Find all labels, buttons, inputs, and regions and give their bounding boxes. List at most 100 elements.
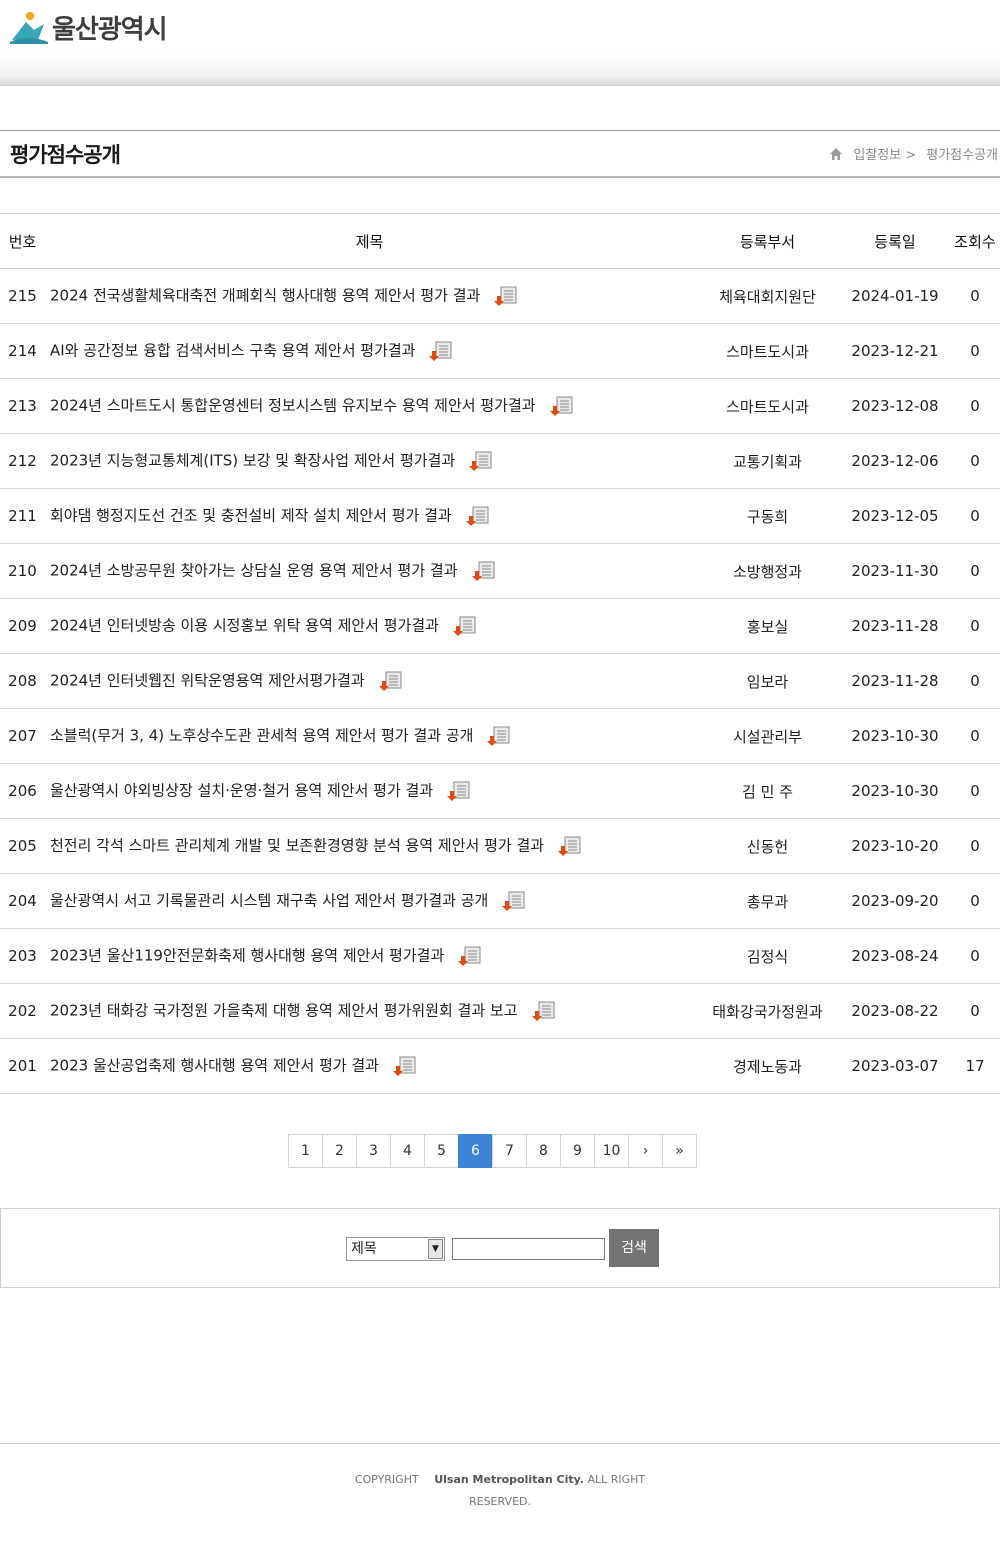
- pagination: 1 2 3 4 5 6 7 8 9 10 ›»: [288, 1134, 697, 1168]
- attachment-download-icon[interactable]: [502, 889, 526, 913]
- attachment-download-icon[interactable]: [549, 394, 574, 418]
- column-header-department: 등록부서: [695, 213, 840, 269]
- row-number: 204: [0, 873, 45, 929]
- row-title-link[interactable]: 2024년 소방공무원 찾아가는 상담실 운영 용역 제안서 평가 결과: [50, 562, 458, 580]
- row-views: 0: [950, 873, 1000, 929]
- row-title-cell: AI와 공간정보 융합 검색서비스 구축 용역 제안서 평가결과: [45, 323, 695, 379]
- page-link-5[interactable]: 5: [424, 1134, 459, 1168]
- row-date: 2023-11-30: [840, 543, 950, 599]
- row-title-link[interactable]: 2023년 울산119안전문화축제 행사대행 용역 제안서 평가결과: [50, 947, 444, 965]
- attachment-download-icon[interactable]: [465, 504, 490, 528]
- attachment-download-icon[interactable]: [469, 449, 493, 473]
- row-views: 0: [950, 323, 1000, 379]
- row-number: 206: [0, 763, 45, 819]
- row-title-link[interactable]: 2024년 스마트도시 통합운영센터 정보시스템 유지보수 용역 제안서 평가결…: [50, 397, 536, 415]
- page-link-4[interactable]: 4: [390, 1134, 425, 1168]
- page-link-10[interactable]: 10: [594, 1134, 629, 1168]
- search-field-select[interactable]: 제목 ▼: [346, 1237, 445, 1261]
- row-title-link[interactable]: 천전리 각석 스마트 관리체계 개발 및 보존환경영향 분석 용역 제안서 평가…: [50, 837, 544, 855]
- attachment-download-icon[interactable]: [471, 559, 496, 583]
- attachment-download-icon[interactable]: [558, 834, 582, 858]
- row-number: 207: [0, 708, 45, 764]
- page-link-7[interactable]: 7: [492, 1134, 527, 1168]
- row-title-link[interactable]: 2023 울산공업축제 행사대행 용역 제안서 평가 결과: [50, 1057, 379, 1075]
- home-icon[interactable]: [829, 147, 843, 161]
- site-header: 울산광역시: [0, 0, 1000, 86]
- row-title-cell: 2024년 스마트도시 통합운영센터 정보시스템 유지보수 용역 제안서 평가결…: [45, 378, 695, 434]
- row-title-link[interactable]: 2023년 지능형교통체계(ITS) 보강 및 확장사업 제안서 평가결과: [50, 452, 455, 470]
- row-date: 2023-11-28: [840, 653, 950, 709]
- column-header-views: 조회수: [950, 213, 1000, 269]
- table-row: 207 소블럭(무거 3, 4) 노후상수도관 관세척 용역 제안서 평가 결과 …: [0, 708, 1000, 764]
- row-date: 2023-10-30: [840, 708, 950, 764]
- dropdown-arrow-icon[interactable]: ▼: [428, 1239, 443, 1259]
- row-date: 2023-10-30: [840, 763, 950, 819]
- row-title-link[interactable]: 2024년 인터넷방송 이용 시정홍보 위탁 용역 제안서 평가결과: [50, 617, 439, 635]
- attachment-download-icon[interactable]: [447, 779, 471, 803]
- table-row: 204 울산광역시 서고 기록물관리 시스템 재구축 사업 제안서 평가결과 공개…: [0, 873, 1000, 929]
- last-page-button[interactable]: »: [662, 1134, 697, 1168]
- row-title-cell: 2024년 인터넷방송 이용 시정홍보 위탁 용역 제안서 평가결과: [45, 598, 695, 654]
- search-button[interactable]: 검색: [609, 1229, 659, 1267]
- row-title-cell: 2024년 인터넷웹진 위탁운영용역 제안서평가결과: [45, 653, 695, 709]
- row-title-link[interactable]: 소블럭(무거 3, 4) 노후상수도관 관세척 용역 제안서 평가 결과 공개: [50, 727, 473, 745]
- row-views: 0: [950, 598, 1000, 654]
- attachment-download-icon[interactable]: [429, 339, 453, 363]
- next-page-button[interactable]: ›: [628, 1134, 663, 1168]
- row-department: 신동헌: [695, 818, 840, 874]
- breadcrumb-item-bid-info[interactable]: 입찰정보 >: [853, 144, 916, 163]
- site-logo[interactable]: 울산광역시: [10, 8, 168, 46]
- row-date: 2023-12-05: [840, 488, 950, 544]
- row-department: 시설관리부: [695, 708, 840, 764]
- row-title-link[interactable]: AI와 공간정보 융합 검색서비스 구축 용역 제안서 평가결과: [50, 342, 415, 360]
- table-row: 201 2023 울산공업축제 행사대행 용역 제안서 평가 결과 경제노동과 202…: [0, 1038, 1000, 1094]
- row-title-cell: 울산광역시 야외빙상장 설치·운영·철거 용역 제안서 평가 결과: [45, 763, 695, 819]
- row-title-cell: 회야댐 행정지도선 건조 및 충전설비 제작 설치 제안서 평가 결과: [45, 488, 695, 544]
- attachment-download-icon[interactable]: [494, 284, 518, 308]
- row-title-cell: 소블럭(무거 3, 4) 노후상수도관 관세척 용역 제안서 평가 결과 공개: [45, 708, 695, 764]
- column-header-date: 등록일: [840, 213, 950, 269]
- attachment-download-icon[interactable]: [531, 999, 556, 1023]
- logo-text: 울산광역시: [52, 14, 168, 45]
- row-date: 2023-09-20: [840, 873, 950, 929]
- row-department: 태화강국가정원과: [695, 983, 840, 1039]
- row-title-link[interactable]: 울산광역시 서고 기록물관리 시스템 재구축 사업 제안서 평가결과 공개: [50, 892, 488, 910]
- row-title-link[interactable]: 울산광역시 야외빙상장 설치·운영·철거 용역 제안서 평가 결과: [50, 782, 433, 800]
- attachment-download-icon[interactable]: [392, 1054, 417, 1078]
- page-link-6[interactable]: 6: [458, 1134, 493, 1168]
- attachment-download-icon[interactable]: [452, 614, 477, 638]
- row-views: 0: [950, 763, 1000, 819]
- page-title: 평가점수공개: [10, 143, 121, 167]
- page-link-3[interactable]: 3: [356, 1134, 391, 1168]
- row-department: 구동희: [695, 488, 840, 544]
- row-title-link[interactable]: 회야댐 행정지도선 건조 및 충전설비 제작 설치 제안서 평가 결과: [50, 507, 452, 525]
- row-number: 210: [0, 543, 45, 599]
- row-date: 2023-12-06: [840, 433, 950, 489]
- row-department: 소방행정과: [695, 543, 840, 599]
- row-views: 0: [950, 543, 1000, 599]
- row-number: 215: [0, 268, 45, 324]
- table-row: 215 2024 전국생활체육대축전 개폐회식 행사대행 용역 제안서 평가 결과…: [0, 268, 1000, 324]
- row-date: 2023-10-20: [840, 818, 950, 874]
- row-title-cell: 2023년 지능형교통체계(ITS) 보강 및 확장사업 제안서 평가결과: [45, 433, 695, 489]
- row-department: 스마트도시과: [695, 323, 840, 379]
- row-views: 0: [950, 488, 1000, 544]
- search-input[interactable]: [452, 1238, 605, 1260]
- row-number: 203: [0, 928, 45, 984]
- page-link-1[interactable]: 1: [288, 1134, 323, 1168]
- row-views: 0: [950, 818, 1000, 874]
- page-link-2[interactable]: 2: [322, 1134, 357, 1168]
- attachment-download-icon[interactable]: [458, 944, 482, 968]
- row-title-link[interactable]: 2023년 태화강 국가정원 가을축제 대행 용역 제안서 평가위원회 결과 보…: [50, 1002, 518, 1020]
- row-title-cell: 2023 울산공업축제 행사대행 용역 제안서 평가 결과: [45, 1038, 695, 1094]
- page-link-9[interactable]: 9: [560, 1134, 595, 1168]
- row-views: 0: [950, 433, 1000, 489]
- breadcrumb-item-current[interactable]: 평가점수공개: [926, 144, 998, 163]
- attachment-download-icon[interactable]: [487, 724, 511, 748]
- row-title-cell: 2023년 태화강 국가정원 가을축제 대행 용역 제안서 평가위원회 결과 보…: [45, 983, 695, 1039]
- page-link-8[interactable]: 8: [526, 1134, 561, 1168]
- site-footer: COPYRIGHT Ulsan Metropolitan City. ALL R…: [0, 1443, 1000, 1544]
- row-title-link[interactable]: 2024 전국생활체육대축전 개폐회식 행사대행 용역 제안서 평가 결과: [50, 287, 480, 305]
- attachment-download-icon[interactable]: [378, 669, 403, 693]
- row-title-link[interactable]: 2024년 인터넷웹진 위탁운영용역 제안서평가결과: [50, 672, 365, 690]
